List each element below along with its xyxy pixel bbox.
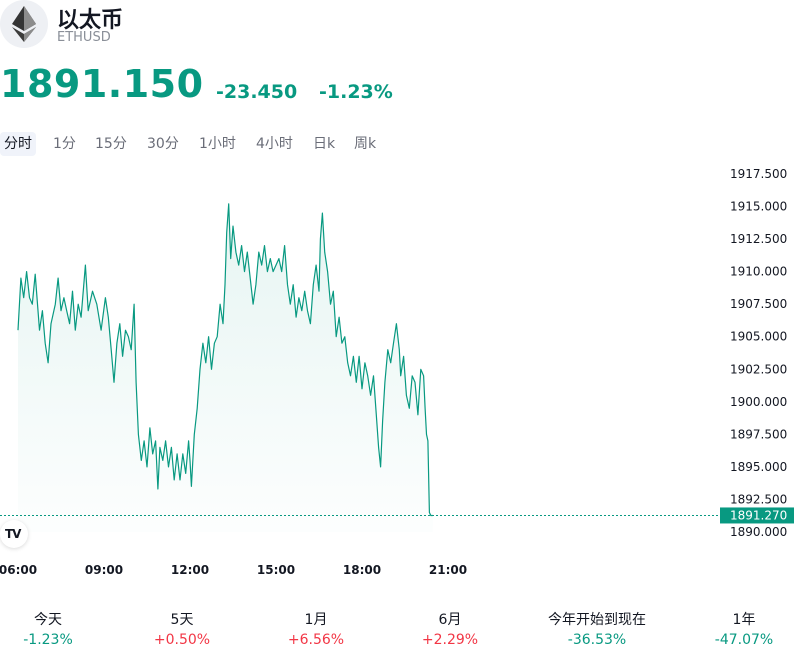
y-tick-label: 1912.500 (730, 232, 787, 246)
perf-value: +2.29% (421, 632, 479, 648)
tab-30min[interactable]: 30分 (143, 132, 183, 156)
y-tick-label: 1907.500 (730, 297, 787, 311)
perf-value: -1.23% (23, 632, 73, 648)
perf-label: 5天 (170, 612, 194, 628)
y-tick-label: 1915.000 (730, 200, 787, 214)
price-chart[interactable]: 1917.500 1915.000 1912.500 1910.000 1907.500… (0, 160, 800, 590)
x-tick-label: 18:00 (343, 563, 381, 577)
performance-summary: 今天 -1.23% 5天 +0.50% 1月 +6.56% 6月 +2.29% … (0, 610, 800, 654)
last-price-label: 1891.270 (730, 508, 787, 522)
x-tick-label: 21:00 (429, 563, 467, 577)
perf-label: 1年 (732, 612, 756, 628)
asset-ticker: ETHUSD (57, 30, 111, 45)
y-tick-label: 1890.000 (730, 525, 787, 539)
x-tick-label: 15:00 (257, 563, 295, 577)
tab-intraday[interactable]: 分时 (0, 132, 36, 156)
perf-label: 今天 (34, 612, 62, 628)
price-area-fill (18, 203, 433, 532)
perf-value: +0.50% (153, 632, 211, 648)
ethereum-logo-icon (0, 0, 48, 48)
perf-label: 今年开始到现在 (548, 612, 646, 628)
perf-value: -36.53% (567, 632, 627, 648)
y-tick-label: 1917.500 (730, 167, 787, 181)
perf-1month[interactable]: 1月 +6.56% (246, 610, 386, 650)
price-change: -23.450 (216, 81, 298, 103)
perf-ytd[interactable]: 今年开始到现在 -36.53% (527, 610, 667, 650)
current-price: 1891.150 (0, 62, 204, 106)
y-tick-label: 1892.500 (730, 492, 787, 506)
y-tick-label: 1900.000 (730, 395, 787, 409)
perf-5days[interactable]: 5天 +0.50% (112, 610, 252, 650)
perf-today[interactable]: 今天 -1.23% (0, 610, 118, 650)
perf-1year[interactable]: 1年 -47.07% (674, 610, 800, 650)
y-tick-label: 1902.500 (730, 362, 787, 376)
y-tick-label: 1895.000 (730, 460, 787, 474)
tab-1hour[interactable]: 1小时 (195, 132, 240, 156)
perf-value: +6.56% (287, 632, 345, 648)
tab-weekly[interactable]: 周k (350, 132, 380, 156)
perf-6months[interactable]: 6月 +2.29% (380, 610, 520, 650)
tradingview-logo-icon[interactable]: TV (0, 520, 28, 548)
x-tick-label: 06:00 (0, 563, 37, 577)
tab-15min[interactable]: 15分 (91, 132, 131, 156)
x-tick-label: 12:00 (171, 563, 209, 577)
y-tick-label: 1905.000 (730, 330, 787, 344)
y-tick-label: 1897.500 (730, 427, 787, 441)
tab-daily[interactable]: 日k (309, 132, 339, 156)
tab-4hour[interactable]: 4小时 (252, 132, 297, 156)
y-tick-label: 1910.000 (730, 265, 787, 279)
perf-label: 6月 (438, 612, 462, 628)
perf-value: -47.07% (714, 632, 774, 648)
tab-1min[interactable]: 1分 (49, 132, 80, 156)
x-tick-label: 09:00 (85, 563, 123, 577)
perf-label: 1月 (304, 612, 328, 628)
price-change-percent: -1.23% (319, 81, 393, 103)
